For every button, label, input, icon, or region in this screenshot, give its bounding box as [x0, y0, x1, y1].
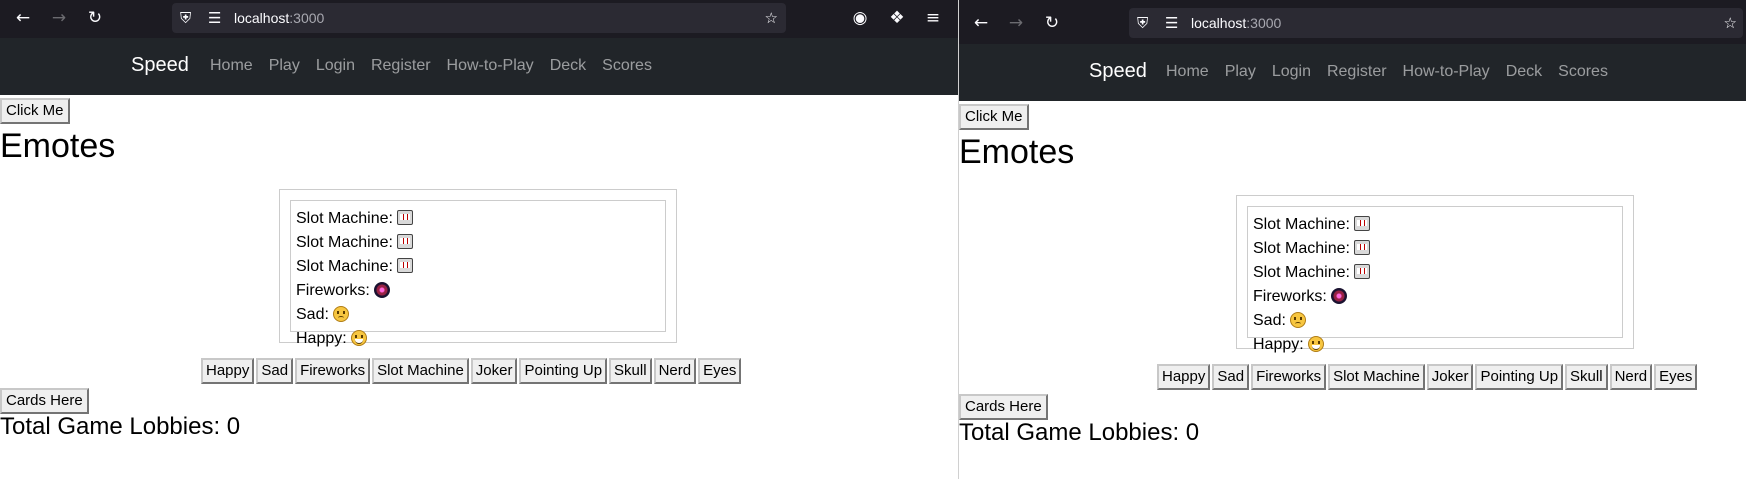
arrow-right-icon[interactable]: →: [1005, 13, 1027, 33]
emote-log-item: Happy:: [1253, 333, 1617, 357]
page-icon[interactable]: ☰: [208, 8, 221, 28]
emote-skull-button[interactable]: Skull: [1565, 364, 1608, 390]
emote-log-item: Slot Machine:: [1253, 261, 1617, 285]
navbar: Speed Home Play Login Register How-to-Pl…: [0, 38, 958, 95]
url-bar[interactable]: ⛨ ☰ localhost:3000 ☆: [172, 3, 786, 33]
nav-login[interactable]: Login: [1272, 62, 1311, 82]
nav-play[interactable]: Play: [1225, 62, 1256, 82]
browser-toolbar: ← → ↻ ⛨ ☰ localhost:3000 ☆ ◉ ❖ ≡: [0, 0, 958, 38]
emote-log-item: Fireworks:: [1253, 285, 1617, 309]
sad-face-icon: [332, 306, 349, 322]
emote-log-item: Slot Machine:: [296, 207, 660, 231]
slot-machine-icon: [396, 234, 413, 249]
emote-happy-button[interactable]: Happy: [201, 358, 255, 384]
emote-slot-machine-button[interactable]: Slot Machine: [372, 358, 469, 384]
slot-machine-icon: [1353, 240, 1370, 255]
brand-link[interactable]: Speed: [1089, 59, 1147, 83]
emote-log-container: Slot Machine: Slot Machine: Slot Machine…: [279, 189, 677, 347]
reload-icon[interactable]: ↻: [1041, 13, 1063, 33]
click-me-button[interactable]: Click Me: [0, 98, 70, 124]
puzzle-icon[interactable]: ❖: [886, 8, 908, 28]
emote-pointing-up-button[interactable]: Pointing Up: [1475, 364, 1564, 390]
nav-how-to-play[interactable]: How-to-Play: [447, 56, 534, 76]
arrow-right-icon[interactable]: →: [48, 8, 70, 28]
happy-face-icon: [1307, 336, 1324, 352]
nav-deck[interactable]: Deck: [1506, 62, 1542, 82]
cards-here-button[interactable]: Cards Here: [0, 388, 89, 414]
emote-log-item: Slot Machine:: [1253, 237, 1617, 261]
emote-log-item: Happy:: [296, 327, 660, 351]
page-icon[interactable]: ☰: [1165, 13, 1178, 33]
emote-sad-button[interactable]: Sad: [1212, 364, 1250, 390]
url-text[interactable]: localhost:3000: [1191, 13, 1281, 33]
lobby-count: Total Game Lobbies: 0: [0, 413, 241, 440]
slot-machine-icon: [1353, 264, 1370, 279]
happy-face-icon: [350, 330, 367, 346]
nav-links: Home Play Login Register How-to-Play Dec…: [1166, 62, 1608, 82]
star-icon[interactable]: ☆: [1724, 13, 1737, 33]
emote-log[interactable]: Slot Machine: Slot Machine: Slot Machine…: [290, 200, 666, 347]
slot-machine-icon: [396, 210, 413, 225]
shield-icon[interactable]: ⛨: [1137, 13, 1148, 33]
emote-nerd-button[interactable]: Nerd: [1609, 364, 1653, 390]
star-icon[interactable]: ☆: [765, 8, 778, 28]
emote-log-container: Slot Machine: Slot Machine: Slot Machine…: [1236, 195, 1634, 353]
nav-scores[interactable]: Scores: [1558, 62, 1608, 82]
emote-log-item: Sad:: [296, 303, 660, 327]
nav-home[interactable]: Home: [1166, 62, 1209, 82]
emote-log-item: Slot Machine:: [296, 231, 660, 255]
emote-slot-machine-button[interactable]: Slot Machine: [1328, 364, 1425, 390]
emote-log-item: Fireworks:: [296, 279, 660, 303]
emote-skull-button[interactable]: Skull: [609, 358, 652, 384]
sad-face-icon: [1289, 312, 1306, 328]
browser-toolbar: ← → ↻ ⛨ ☰ localhost:3000 ☆: [959, 0, 1746, 44]
fireworks-icon: [373, 282, 390, 298]
nav-deck[interactable]: Deck: [550, 56, 586, 76]
emote-pointing-up-button[interactable]: Pointing Up: [519, 358, 608, 384]
url-bar[interactable]: ⛨ ☰ localhost:3000 ☆: [1129, 8, 1743, 38]
emote-fireworks-button[interactable]: Fireworks: [1251, 364, 1327, 390]
emote-fireworks-button[interactable]: Fireworks: [295, 358, 371, 384]
emote-eyes-button[interactable]: Eyes: [1654, 364, 1698, 390]
emote-joker-button[interactable]: Joker: [470, 358, 518, 384]
emote-log-item: Slot Machine:: [1253, 213, 1617, 237]
emote-button-row: Happy Sad Fireworks Slot Machine Joker P…: [201, 358, 742, 384]
lobby-count: Total Game Lobbies: 0: [959, 419, 1200, 446]
nav-login[interactable]: Login: [316, 56, 355, 76]
shield-icon[interactable]: ⛨: [180, 8, 191, 28]
nav-scores[interactable]: Scores: [602, 56, 652, 76]
nav-register[interactable]: Register: [1327, 62, 1387, 82]
nav-register[interactable]: Register: [371, 56, 431, 76]
emote-log-item: Sad:: [1253, 309, 1617, 333]
url-text[interactable]: localhost:3000: [234, 8, 324, 28]
emote-button-row: Happy Sad Fireworks Slot Machine Joker P…: [1157, 364, 1698, 390]
hamburger-icon[interactable]: ≡: [922, 8, 944, 28]
pocket-icon[interactable]: ◉: [849, 8, 871, 28]
cards-here-button[interactable]: Cards Here: [959, 394, 1048, 420]
click-me-button[interactable]: Click Me: [959, 104, 1029, 130]
nav-home[interactable]: Home: [210, 56, 253, 76]
arrow-left-icon[interactable]: ←: [12, 8, 34, 28]
page-title: Emotes: [0, 127, 116, 165]
page-title: Emotes: [959, 133, 1075, 171]
reload-icon[interactable]: ↻: [84, 8, 106, 28]
nav-play[interactable]: Play: [269, 56, 300, 76]
emote-joker-button[interactable]: Joker: [1426, 364, 1474, 390]
emote-log[interactable]: Slot Machine: Slot Machine: Slot Machine…: [1247, 206, 1623, 353]
brand-link[interactable]: Speed: [131, 53, 189, 77]
arrow-left-icon[interactable]: ←: [970, 13, 992, 33]
nav-links: Home Play Login Register How-to-Play Dec…: [210, 56, 652, 76]
nav-how-to-play[interactable]: How-to-Play: [1403, 62, 1490, 82]
emote-sad-button[interactable]: Sad: [256, 358, 294, 384]
slot-machine-icon: [1353, 216, 1370, 231]
emote-nerd-button[interactable]: Nerd: [653, 358, 697, 384]
browser-window-right: ← → ↻ ⛨ ☰ localhost:3000 ☆ Speed Home Pl…: [959, 0, 1746, 479]
emote-log-item: Slot Machine:: [296, 255, 660, 279]
fireworks-icon: [1330, 288, 1347, 304]
browser-window-left: ← → ↻ ⛨ ☰ localhost:3000 ☆ ◉ ❖ ≡ Speed H…: [0, 0, 958, 479]
navbar: Speed Home Play Login Register How-to-Pl…: [959, 44, 1746, 101]
slot-machine-icon: [396, 258, 413, 273]
emote-happy-button[interactable]: Happy: [1157, 364, 1211, 390]
emote-eyes-button[interactable]: Eyes: [698, 358, 742, 384]
